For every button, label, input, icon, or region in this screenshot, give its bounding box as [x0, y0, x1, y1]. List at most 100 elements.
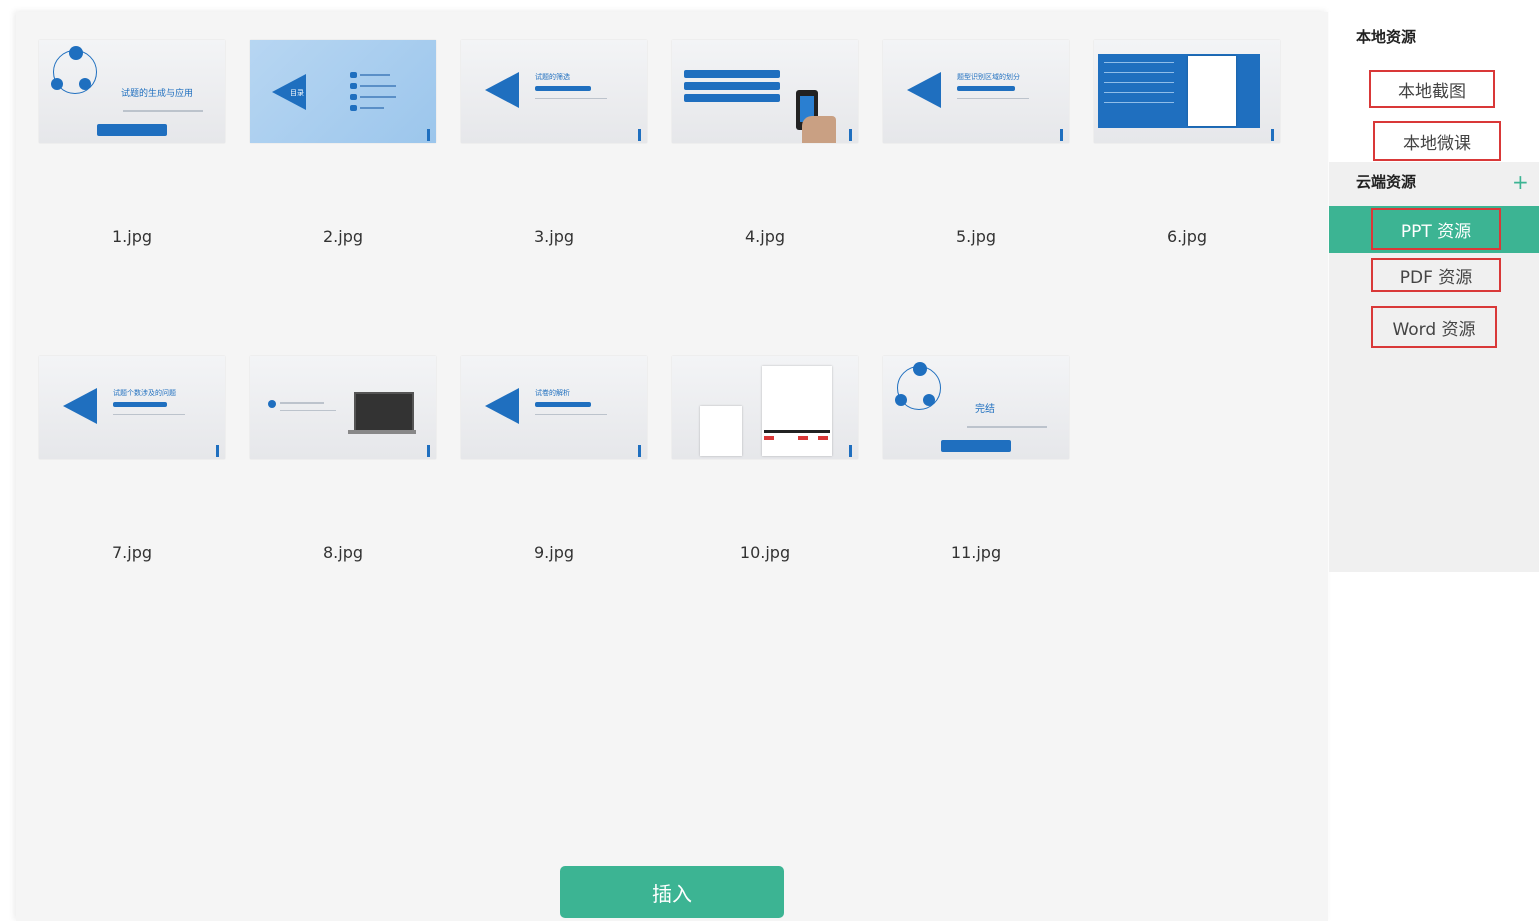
thumbnail-label: 5.jpg: [955, 227, 997, 246]
slide-decoration: [51, 78, 63, 90]
hand-image: [802, 116, 836, 143]
word-resources-button[interactable]: Word 资源: [1371, 306, 1497, 348]
thumbnail-item[interactable]: 试题个数涉及的问题 7.jpg: [39, 356, 225, 562]
slide-decoration: [123, 110, 203, 112]
slide-decoration: [1104, 62, 1174, 63]
slide-decoration: [907, 72, 941, 108]
slide-decoration: [350, 72, 357, 78]
slide-decoration: [280, 410, 336, 411]
slide-decoration: [895, 394, 907, 406]
slide-decoration: [427, 129, 430, 141]
slide-title-text: 试题的生成与应用: [121, 89, 194, 99]
thumbnail-label: 8.jpg: [322, 543, 364, 562]
slide-decoration: [638, 129, 641, 141]
slide-decoration: [849, 129, 852, 141]
slide-decoration: [113, 402, 167, 407]
slide-decoration: [684, 94, 780, 102]
slide-decoration: [535, 86, 591, 91]
slide-thumbnail-10[interactable]: [672, 356, 858, 459]
slide-decoration: [63, 388, 97, 424]
slide-decoration: [485, 72, 519, 108]
thumbnail-label: 9.jpg: [533, 543, 575, 562]
slide-decoration: [957, 86, 1015, 91]
slide-decoration: [1104, 82, 1174, 83]
thumbnail-item[interactable]: 完结 11.jpg: [883, 356, 1069, 562]
slide-decoration: [1104, 102, 1174, 103]
slide-decoration: [684, 70, 780, 78]
slide-title-text: 试题的筛选: [535, 73, 570, 81]
slide-decoration: [280, 402, 324, 404]
slide-thumbnail-4[interactable]: [672, 40, 858, 143]
slide-thumbnail-9[interactable]: 试卷的解析: [461, 356, 647, 459]
slide-decoration: [348, 430, 416, 434]
slide-title-text: 试卷的解析: [535, 389, 570, 397]
slide-thumbnail-11[interactable]: 完结: [883, 356, 1069, 459]
slide-decoration: [764, 430, 830, 433]
slide-thumbnail-3[interactable]: 试题的筛选: [461, 40, 647, 143]
slide-decoration: [360, 85, 396, 87]
slide-decoration: [69, 46, 83, 60]
thumbnail-label: 2.jpg: [322, 227, 364, 246]
thumbnail-item[interactable]: 4.jpg: [672, 40, 858, 246]
slide-thumbnail-1[interactable]: 试题的生成与应用: [39, 40, 225, 143]
thumbnail-label: 1.jpg: [111, 227, 153, 246]
slide-thumbnail-6[interactable]: [1094, 40, 1280, 143]
thumbnail-label: 7.jpg: [111, 543, 153, 562]
thumbnail-label: 10.jpg: [739, 543, 791, 562]
slide-decoration: [913, 362, 927, 376]
thumbnail-item[interactable]: 试题的生成与应用 1.jpg: [39, 40, 225, 246]
pdf-resources-button[interactable]: PDF 资源: [1371, 258, 1501, 292]
slide-title-text: 题型识别区域的划分: [957, 73, 1020, 81]
ppt-resources-button[interactable]: PPT 资源: [1371, 208, 1501, 250]
slide-decoration: [216, 445, 219, 457]
slide-decoration: [849, 445, 852, 457]
slide-decoration: [638, 445, 641, 457]
thumbnail-item[interactable]: 题型识别区域的划分 5.jpg: [883, 40, 1069, 246]
slide-decoration: [535, 98, 607, 99]
local-microlesson-button[interactable]: 本地微课: [1373, 121, 1501, 161]
thumbnail-item[interactable]: 目录 2.jpg: [250, 40, 436, 246]
slide-decoration: [535, 414, 607, 415]
thumbnail-label: 6.jpg: [1166, 227, 1208, 246]
slide-decoration: [818, 436, 828, 440]
slide-decoration: [941, 440, 1011, 452]
document-image: [762, 366, 832, 456]
thumbnail-item[interactable]: 试题的筛选 3.jpg: [461, 40, 647, 246]
thumbnail-item[interactable]: 6.jpg: [1094, 40, 1280, 246]
slide-decoration: [923, 394, 935, 406]
slide-decoration: [268, 400, 276, 408]
slide-decoration: [360, 74, 390, 76]
slide-decoration: [485, 388, 519, 424]
slide-title-text: 目录: [290, 89, 304, 97]
slide-decoration: [97, 124, 167, 136]
thumbnail-item[interactable]: 10.jpg: [672, 356, 858, 562]
slide-decoration: [764, 436, 774, 440]
thumbnail-label: 3.jpg: [533, 227, 575, 246]
local-screenshot-button[interactable]: 本地截图: [1369, 70, 1495, 108]
thumbnail-item[interactable]: 试卷的解析 9.jpg: [461, 356, 647, 562]
slide-thumbnail-5[interactable]: 题型识别区域的划分: [883, 40, 1069, 143]
slide-decoration: [957, 98, 1029, 99]
slide-decoration: [350, 105, 357, 111]
insert-button[interactable]: 插入: [560, 866, 784, 918]
slide-decoration: [798, 436, 808, 440]
slide-title-text: 试题个数涉及的问题: [113, 389, 176, 397]
slide-thumbnail-8[interactable]: [250, 356, 436, 459]
slide-decoration: [79, 78, 91, 90]
slide-decoration: [1060, 129, 1063, 141]
local-resources-title: 本地资源: [1356, 28, 1417, 46]
slide-decoration: [350, 94, 357, 100]
slide-decoration: [1104, 92, 1174, 93]
slide-thumbnail-2[interactable]: 目录: [250, 40, 436, 143]
cloud-resources-title: 云端资源: [1356, 173, 1417, 191]
slide-decoration: [360, 107, 384, 109]
thumbnail-label: 11.jpg: [950, 543, 1002, 562]
slide-thumbnail-7[interactable]: 试题个数涉及的问题: [39, 356, 225, 459]
slide-decoration: [967, 426, 1047, 428]
thumbnail-item[interactable]: 8.jpg: [250, 356, 436, 562]
thumbnail-panel: [16, 12, 1328, 921]
document-image: [700, 406, 742, 456]
slide-decoration: [113, 414, 185, 415]
slide-decoration: [1104, 72, 1174, 73]
plus-icon[interactable]: +: [1512, 172, 1529, 192]
